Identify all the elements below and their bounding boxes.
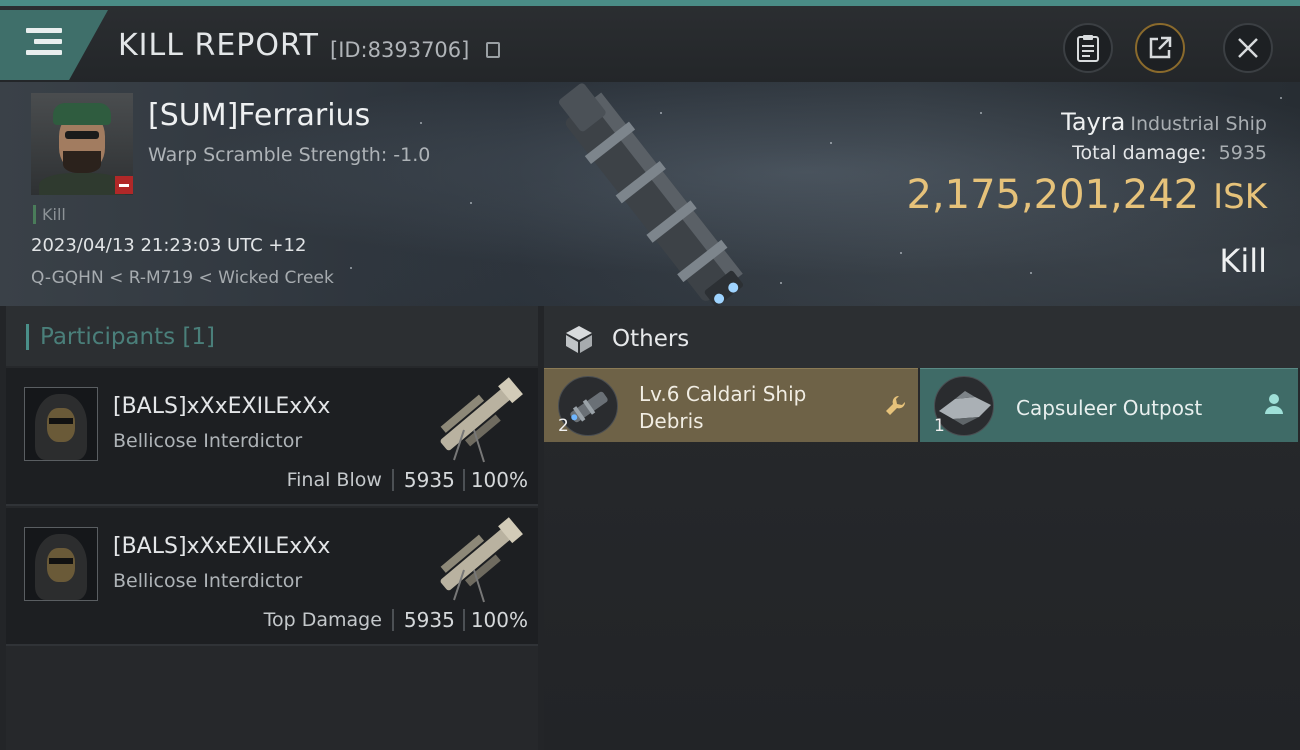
standing-minus-icon bbox=[115, 176, 133, 194]
kill-datetime: 2023/04/13 21:23:03 UTC +12 bbox=[31, 235, 307, 256]
participant-ship-image bbox=[440, 517, 523, 603]
close-icon bbox=[1238, 38, 1258, 58]
participants-count: [1] bbox=[182, 324, 216, 350]
participant-stat-label: Final Blow bbox=[286, 469, 382, 491]
total-damage-label: Total damage: bbox=[1072, 142, 1207, 164]
participant-stat-label: Top Damage bbox=[263, 609, 382, 631]
participant-row[interactable]: [BALS]xXxEXILExXx Bellicose Interdictor … bbox=[6, 368, 538, 506]
clipboard-icon bbox=[1077, 35, 1099, 62]
kill-location[interactable]: Q-GQHN < R-M719 < Wicked Creek bbox=[31, 268, 334, 288]
others-title: Others bbox=[612, 326, 690, 352]
participant-ship: Bellicose Interdictor bbox=[113, 430, 303, 452]
debris-quantity: 2 bbox=[558, 416, 569, 436]
participant-stats: Final Blow 5935 100% bbox=[287, 468, 528, 492]
participant-stats: Top Damage 5935 100% bbox=[264, 608, 528, 632]
page-title: KILL REPORT bbox=[118, 28, 319, 63]
victim-ship-type[interactable]: Tayra Industrial Ship bbox=[1061, 108, 1267, 136]
isk-value: 2,175,201,242 ISK bbox=[906, 172, 1267, 218]
person-icon bbox=[1265, 394, 1283, 414]
others-panel: Others 2 Lv.6 Caldari Ship Debris 1 Caps… bbox=[544, 306, 1300, 750]
debris-name: Lv.6 Caldari Ship Debris bbox=[639, 382, 807, 433]
clipboard-button[interactable] bbox=[1063, 23, 1113, 73]
ship-name: Tayra bbox=[1061, 108, 1126, 136]
ship-class: Industrial Ship bbox=[1130, 113, 1267, 135]
copy-icon[interactable] bbox=[486, 42, 500, 58]
participant-avatar[interactable] bbox=[24, 527, 98, 601]
participant-ship-image bbox=[440, 377, 523, 463]
participant-damage: 5935 bbox=[403, 468, 455, 492]
result-label: Kill bbox=[1219, 242, 1267, 280]
participant-percent: 100% bbox=[470, 468, 528, 492]
top-bar: KILL REPORT [ID:8393706] bbox=[0, 0, 1300, 82]
report-id: [ID:8393706] bbox=[330, 38, 470, 62]
participant-name: [BALS]xXxEXILExXx bbox=[113, 534, 331, 559]
victim-summary: [SUM]Ferrarius Warp Scramble Strength: -… bbox=[0, 82, 1300, 306]
participant-percent: 100% bbox=[470, 608, 528, 632]
kill-tag: Kill bbox=[33, 205, 66, 224]
victim-name[interactable]: [SUM]Ferrarius bbox=[148, 98, 370, 133]
participants-title: Participants [1] bbox=[40, 324, 216, 350]
total-damage: Total damage: 5935 bbox=[1072, 142, 1267, 164]
share-icon bbox=[1149, 36, 1172, 59]
share-button[interactable] bbox=[1135, 23, 1185, 73]
menu-icon bbox=[26, 28, 62, 61]
participant-damage: 5935 bbox=[403, 608, 455, 632]
warp-scramble-strength: Warp Scramble Strength: -1.0 bbox=[148, 144, 431, 166]
menu-button[interactable] bbox=[0, 10, 108, 80]
total-damage-value: 5935 bbox=[1218, 142, 1267, 164]
debris-card[interactable]: 2 Lv.6 Caldari Ship Debris bbox=[544, 368, 918, 442]
participant-avatar[interactable] bbox=[24, 387, 98, 461]
outpost-card[interactable]: 1 Capsuleer Outpost bbox=[920, 368, 1298, 442]
cube-icon bbox=[566, 326, 592, 353]
participant-ship: Bellicose Interdictor bbox=[113, 570, 303, 592]
others-header: Others bbox=[544, 306, 1300, 368]
outpost-name: Capsuleer Outpost bbox=[1016, 396, 1203, 420]
outpost-quantity: 1 bbox=[934, 416, 945, 436]
close-button[interactable] bbox=[1223, 23, 1273, 73]
participants-header: Participants [1] bbox=[6, 306, 538, 366]
participant-row[interactable]: [BALS]xXxEXILExXx Bellicose Interdictor … bbox=[6, 508, 538, 646]
isk-amount: 2,175,201,242 bbox=[906, 172, 1200, 218]
isk-unit: ISK bbox=[1213, 177, 1267, 217]
participant-name: [BALS]xXxEXILExXx bbox=[113, 394, 331, 419]
wrench-icon bbox=[886, 395, 906, 415]
participants-panel: Participants [1] [BALS]xXxEXILExXx Belli… bbox=[6, 306, 538, 750]
victim-ship-image[interactable] bbox=[520, 82, 780, 306]
